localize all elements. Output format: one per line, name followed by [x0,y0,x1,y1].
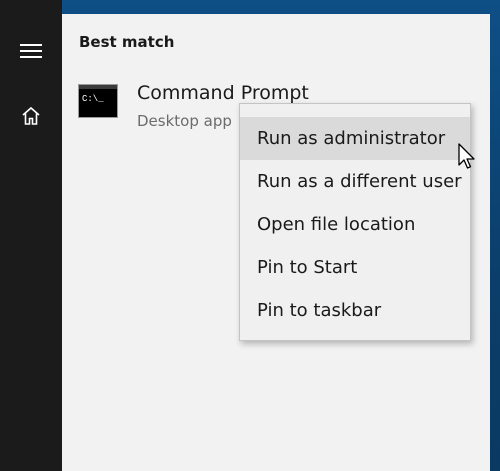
context-menu: Run as administrator Run as a different … [239,103,471,341]
menu-item-pin-to-taskbar[interactable]: Pin to taskbar [240,289,470,332]
menu-item-pin-to-start[interactable]: Pin to Start [240,246,470,289]
result-subtitle: Desktop app [137,112,232,130]
mouse-cursor-icon [458,143,478,171]
home-button[interactable] [0,93,62,139]
start-menu-rail [0,0,62,471]
hamburger-icon [20,44,42,58]
menu-item-run-as-different-user[interactable]: Run as a different user [240,160,470,203]
hamburger-menu-button[interactable] [0,28,62,74]
command-prompt-icon-text: C:\_ [82,94,104,104]
section-header-best-match: Best match [79,33,175,51]
result-title: Command Prompt [137,82,309,104]
home-icon [22,106,40,125]
menu-item-open-file-location[interactable]: Open file location [240,203,470,246]
menu-item-run-as-administrator[interactable]: Run as administrator [240,117,470,160]
command-prompt-icon: C:\_ [78,84,118,118]
